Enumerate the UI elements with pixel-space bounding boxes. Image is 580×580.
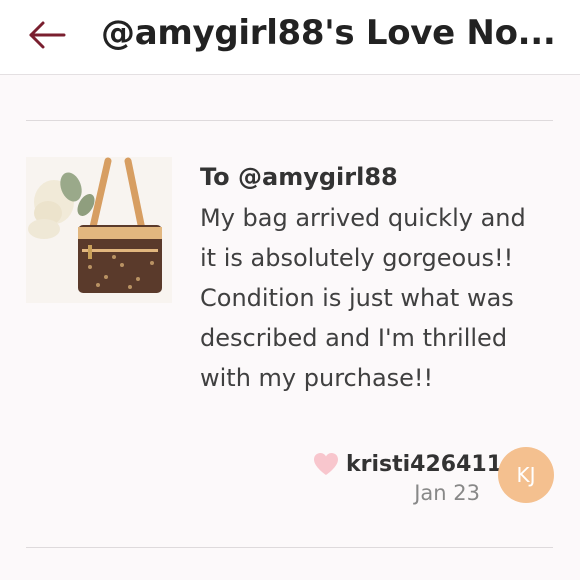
heart-icon xyxy=(314,453,338,475)
page-title: @amygirl88's Love No... xyxy=(101,13,556,53)
handbag-image xyxy=(26,157,172,303)
divider xyxy=(26,120,553,121)
note-recipient: To @amygirl88 xyxy=(200,163,398,191)
note-author-row: kristi426411 xyxy=(312,447,502,481)
author-avatar[interactable]: KJ xyxy=(498,447,554,503)
divider xyxy=(26,547,553,548)
note-date: Jan 23 xyxy=(414,481,480,505)
back-arrow-icon xyxy=(29,21,66,49)
note-author-name[interactable]: kristi426411 xyxy=(346,452,502,477)
love-notes-page: @amygirl88's Love No... To @amygirl88 My… xyxy=(0,0,580,580)
listing-thumbnail[interactable] xyxy=(26,157,172,303)
back-button[interactable] xyxy=(26,17,70,53)
header-bar: @amygirl88's Love No... xyxy=(0,0,580,75)
note-body-text: My bag arrived quickly and it is absolut… xyxy=(200,204,526,392)
